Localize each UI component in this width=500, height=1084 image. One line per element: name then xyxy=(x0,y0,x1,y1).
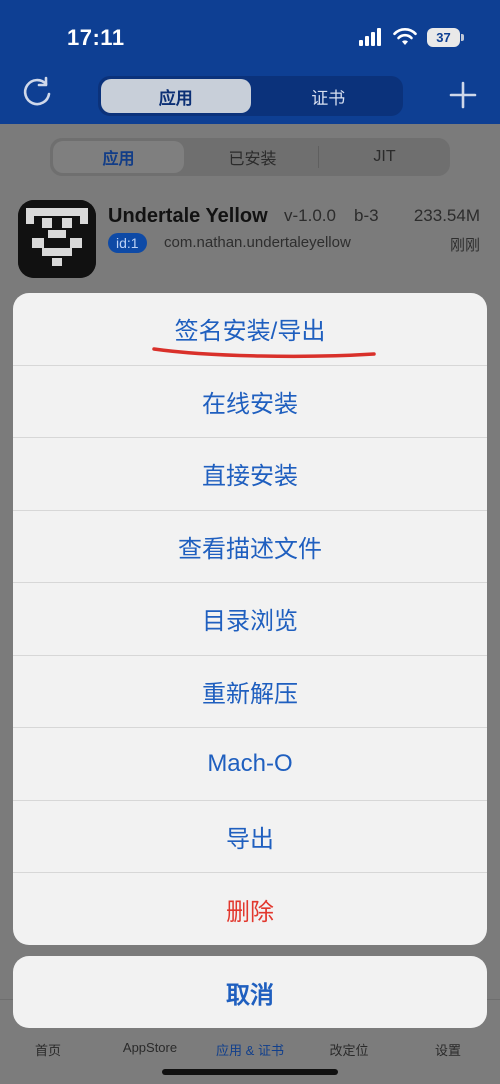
action-sheet: 签名安装/导出 在线安装 直接安装 查看描述文件 目录浏览 重新解压 Mach-… xyxy=(13,293,487,945)
battery-indicator: 37 xyxy=(427,27,464,47)
tab-apps[interactable]: 应用 xyxy=(101,79,251,113)
app-build: b-3 xyxy=(354,206,379,225)
tab-bar-item-apps-certs[interactable]: 应用 & 证书 xyxy=(216,1040,284,1059)
filter-tab-installed-label: 已安装 xyxy=(228,151,277,168)
header-segmented-control: 应用 证书 xyxy=(98,76,403,116)
tab-bar-item-home[interactable]: 首页 xyxy=(35,1040,61,1059)
cellular-signal-icon xyxy=(359,28,381,46)
status-icons: 37 xyxy=(359,26,464,48)
filter-segmented-control: 应用 已安装 JIT xyxy=(50,138,450,176)
tab-certificates[interactable]: 证书 xyxy=(254,76,404,116)
id-badge: id:1 xyxy=(108,233,147,253)
app-size: 233.54M xyxy=(413,206,480,225)
filter-tab-apps[interactable]: 应用 xyxy=(53,141,184,173)
app-icon xyxy=(18,200,96,278)
option-browse-directory[interactable]: 目录浏览 xyxy=(13,583,487,656)
option-delete[interactable]: 删除 xyxy=(13,873,487,945)
app-name: Undertale Yellow xyxy=(108,205,268,227)
filter-tab-apps-label: 应用 xyxy=(102,151,135,168)
bundle-id: com.nathan.undertaleyellow xyxy=(164,234,351,251)
time-ago: 刚刚 xyxy=(449,237,480,254)
tab-certificates-label: 证书 xyxy=(311,88,346,108)
navigation-header: 17:11 37 应用 证书 xyxy=(0,0,500,124)
filter-tab-installed[interactable]: 已安装 xyxy=(187,138,318,176)
option-view-profile[interactable]: 查看描述文件 xyxy=(13,511,487,583)
filter-tab-jit[interactable]: JIT xyxy=(319,138,450,176)
option-re-extract[interactable]: 重新解压 xyxy=(13,656,487,728)
home-indicator xyxy=(162,1069,338,1075)
tab-bar-item-settings[interactable]: 设置 xyxy=(435,1040,461,1059)
refresh-icon[interactable] xyxy=(20,75,54,109)
option-export[interactable]: 导出 xyxy=(13,801,487,873)
tab-apps-label: 应用 xyxy=(158,88,193,108)
battery-level: 37 xyxy=(436,29,451,45)
option-online-install[interactable]: 在线安装 xyxy=(13,366,487,438)
wifi-icon xyxy=(393,28,417,45)
option-direct-install[interactable]: 直接安装 xyxy=(13,438,487,511)
app-version: v-1.0.0 xyxy=(284,206,336,225)
plus-icon[interactable] xyxy=(446,78,480,112)
list-item[interactable]: Undertale Yellow v-1.0.0 b-3 233.54M id:… xyxy=(18,200,488,284)
cancel-button[interactable]: 取消 xyxy=(13,956,487,1028)
status-time: 17:11 xyxy=(67,25,125,50)
filter-tab-jit-label: JIT xyxy=(373,148,396,165)
tab-bar-item-appstore[interactable]: AppStore xyxy=(123,1040,177,1055)
option-sign-install-export[interactable]: 签名安装/导出 xyxy=(13,293,487,366)
option-mach-o[interactable]: Mach-O xyxy=(13,728,487,801)
tab-bar-item-location[interactable]: 改定位 xyxy=(329,1040,368,1059)
